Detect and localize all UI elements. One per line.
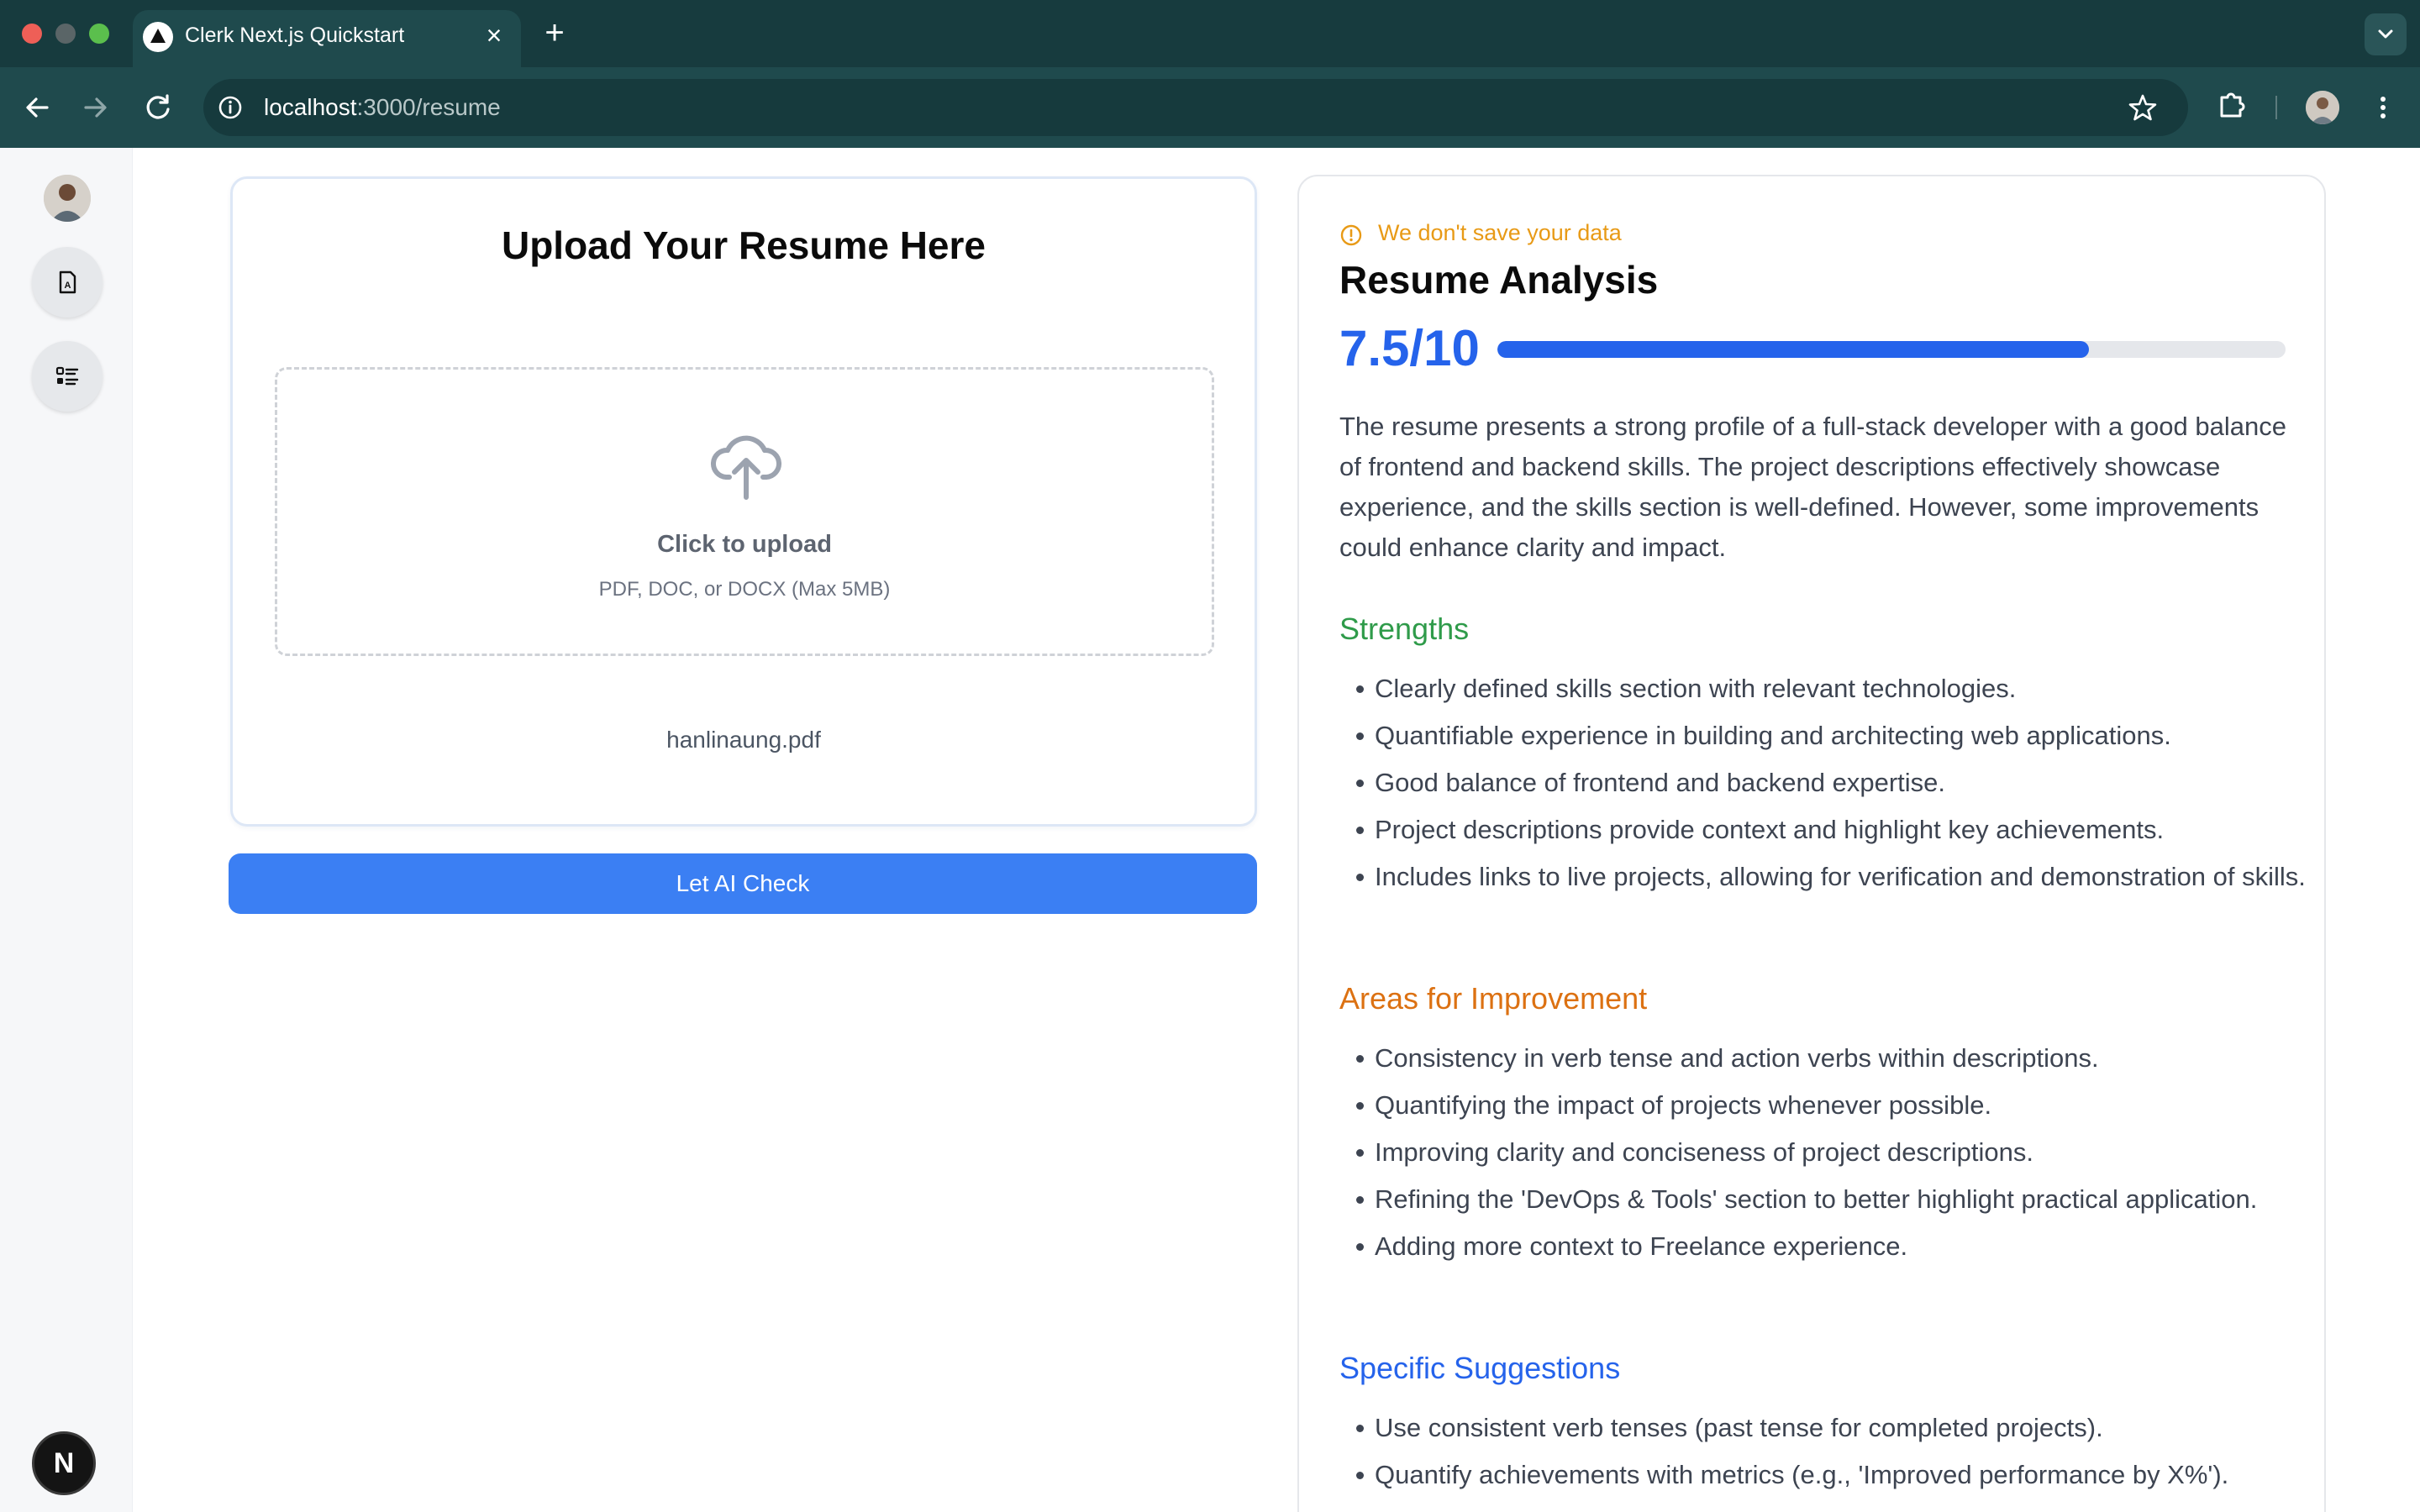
toolbar-divider: [2275, 96, 2277, 119]
cloud-upload-icon: [711, 435, 781, 500]
sidebar-resume-button[interactable]: A: [32, 247, 103, 318]
app-sidebar: A N: [0, 148, 133, 1512]
window-maximize-button[interactable]: [89, 24, 109, 44]
list-item: Quantifying the impact of projects whene…: [1356, 1085, 2307, 1126]
url-host: localhost: [264, 94, 357, 120]
score-progress-fill: [1497, 341, 2089, 358]
improvements-heading: Areas for Improvement: [1339, 981, 1648, 1016]
analysis-summary: The resume presents a strong profile of …: [1339, 412, 2286, 562]
user-avatar[interactable]: [44, 175, 91, 222]
kebab-menu-icon[interactable]: [2375, 91, 2391, 124]
click-to-upload-label: Click to upload: [657, 531, 832, 558]
suggestions-heading: Specific Suggestions: [1339, 1351, 1621, 1385]
bookmark-star-icon[interactable]: [2128, 92, 2158, 123]
upload-title: Upload Your Resume Here: [501, 223, 986, 267]
suggestions-list: Use consistent verb tenses (past tense f…: [1356, 1408, 2307, 1502]
list-item: Quantify achievements with metrics (e.g.…: [1356, 1455, 2307, 1495]
reload-icon: [146, 94, 170, 119]
list-item: Consistency in verb tense and action ver…: [1356, 1038, 2307, 1079]
list-item: Use consistent verb tenses (past tense f…: [1356, 1408, 2307, 1448]
tab-search-button[interactable]: [2365, 13, 2407, 55]
file-types-hint: PDF, DOC, or DOCX (Max 5MB): [598, 578, 891, 601]
url-text: localhost:3000/resume: [264, 94, 501, 121]
extensions-puzzle-icon[interactable]: [2215, 87, 2249, 121]
tab-close-icon[interactable]: ×: [479, 20, 509, 50]
alert-circle-icon: [1340, 224, 1362, 246]
analysis-card: We don't save your data Resume Analysis …: [1297, 175, 2326, 1512]
browser-toolbar: localhost:3000/resume: [0, 67, 2420, 148]
address-bar[interactable]: localhost:3000/resume: [203, 79, 2188, 136]
resume-dropzone[interactable]: Click to upload PDF, DOC, or DOCX (Max 5…: [275, 367, 1214, 656]
selected-filename: hanlinaung.pdf: [666, 727, 821, 753]
list-item: Quantifiable experience in building and …: [1356, 716, 2307, 756]
arrow-right-icon: [84, 97, 107, 118]
upload-card: Upload Your Resume Here Click to upload …: [230, 176, 1257, 827]
let-ai-check-button[interactable]: Let AI Check: [229, 853, 1257, 914]
list-item: Refining the 'DevOps & Tools' section to…: [1356, 1179, 2307, 1220]
svg-text:A: A: [65, 281, 71, 291]
list-item: Clearly defined skills section with rele…: [1356, 669, 2307, 709]
reload-button[interactable]: [138, 87, 178, 128]
list-item: Project descriptions provide context and…: [1356, 810, 2307, 850]
analysis-title: Resume Analysis: [1339, 258, 1659, 302]
sidebar-checklist-button[interactable]: [32, 341, 103, 412]
new-tab-button[interactable]: +: [538, 16, 571, 50]
score-progress-bar: [1497, 341, 2286, 358]
browser-profile-avatar[interactable]: [2306, 91, 2339, 124]
back-button[interactable]: [17, 87, 57, 128]
improvements-list: Consistency in verb tense and action ver…: [1356, 1038, 2307, 1273]
nextjs-dev-badge[interactable]: N: [32, 1431, 96, 1495]
vercel-triangle-icon: [143, 22, 173, 52]
browser-tab[interactable]: Clerk Next.js Quickstart ×: [133, 10, 521, 67]
person-avatar-icon: [44, 175, 91, 222]
browser-tab-strip: Clerk Next.js Quickstart × +: [0, 0, 2420, 67]
score-value: 7.5/10: [1339, 320, 1480, 376]
site-info-icon[interactable]: [217, 94, 244, 121]
forward-button[interactable]: [76, 87, 116, 128]
checklist-icon: [55, 366, 79, 386]
arrow-left-icon: [26, 97, 49, 118]
list-item: Good balance of frontend and backend exp…: [1356, 763, 2307, 803]
privacy-notice: We don't save your data: [1378, 220, 1622, 245]
window-close-button[interactable]: [22, 24, 42, 44]
person-avatar-icon: [2306, 91, 2339, 124]
chevron-down-icon: [2378, 29, 2393, 39]
strengths-list: Clearly defined skills section with rele…: [1356, 669, 2307, 904]
strengths-heading: Strengths: [1339, 612, 1470, 646]
tab-title: Clerk Next.js Quickstart: [185, 24, 405, 47]
list-item: Adding more context to Freelance experie…: [1356, 1226, 2307, 1267]
list-item: Improving clarity and conciseness of pro…: [1356, 1132, 2307, 1173]
url-path: :3000/resume: [356, 94, 501, 120]
window-minimize-button[interactable]: [55, 24, 76, 44]
list-item: Includes links to live projects, allowin…: [1356, 857, 2307, 897]
resume-document-icon: A: [59, 270, 76, 294]
